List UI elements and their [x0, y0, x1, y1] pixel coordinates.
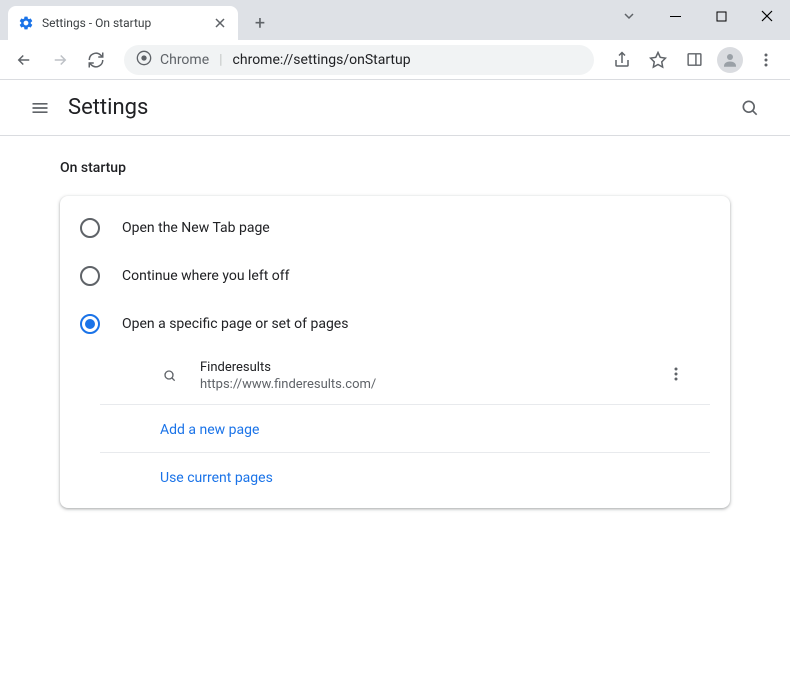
- radio-label: Open a specific page or set of pages: [122, 316, 348, 332]
- back-button[interactable]: [8, 44, 40, 76]
- radio-new-tab[interactable]: Open the New Tab page: [60, 204, 730, 252]
- add-page-row[interactable]: Add a new page: [100, 405, 710, 453]
- url-path: chrome://settings/onStartup: [233, 52, 411, 68]
- maximize-button[interactable]: [698, 0, 744, 32]
- menu-icon[interactable]: [750, 44, 782, 76]
- share-icon[interactable]: [606, 44, 638, 76]
- use-current-row[interactable]: Use current pages: [100, 453, 710, 500]
- section-title: On startup: [60, 160, 730, 176]
- radio-label: Open the New Tab page: [122, 220, 270, 236]
- window-controls: [606, 0, 790, 32]
- startup-page-entry: Finderesults https://www.finderesults.co…: [100, 348, 710, 405]
- browser-toolbar: Chrome | chrome://settings/onStartup: [0, 40, 790, 80]
- page-title: Settings: [68, 95, 148, 120]
- close-window-button[interactable]: [744, 0, 790, 32]
- radio-icon-selected: [80, 314, 100, 334]
- gear-icon: [18, 15, 34, 31]
- url-scheme: Chrome: [160, 52, 209, 68]
- forward-button[interactable]: [44, 44, 76, 76]
- avatar-icon: [717, 47, 743, 73]
- new-tab-button[interactable]: +: [246, 9, 274, 37]
- add-page-link: Add a new page: [160, 422, 259, 438]
- settings-card: Open the New Tab page Continue where you…: [60, 196, 730, 508]
- url-divider: |: [219, 52, 222, 68]
- radio-label: Continue where you left off: [122, 268, 290, 284]
- radio-icon: [80, 266, 100, 286]
- close-tab-icon[interactable]: [212, 15, 228, 31]
- page-favicon-icon: [160, 368, 180, 384]
- profile-button[interactable]: [714, 44, 746, 76]
- hamburger-icon[interactable]: [20, 88, 60, 128]
- tab-title: Settings - On startup: [42, 16, 204, 30]
- titlebar: Settings - On startup +: [0, 0, 790, 40]
- page-url: https://www.finderesults.com/: [200, 377, 662, 392]
- address-bar[interactable]: Chrome | chrome://settings/onStartup: [124, 45, 594, 75]
- page-name: Finderesults: [200, 360, 662, 375]
- url-text: Chrome | chrome://settings/onStartup: [160, 52, 411, 68]
- radio-icon: [80, 218, 100, 238]
- content-area: On startup Open the New Tab page Continu…: [0, 136, 790, 532]
- radio-specific-pages[interactable]: Open a specific page or set of pages: [60, 300, 730, 348]
- radio-continue[interactable]: Continue where you left off: [60, 252, 730, 300]
- search-icon[interactable]: [730, 88, 770, 128]
- more-options-icon[interactable]: [662, 360, 690, 392]
- side-panel-icon[interactable]: [678, 44, 710, 76]
- browser-tab[interactable]: Settings - On startup: [8, 6, 238, 40]
- site-info-icon[interactable]: [136, 50, 152, 70]
- reload-button[interactable]: [80, 44, 112, 76]
- minimize-button[interactable]: [652, 0, 698, 32]
- use-current-link: Use current pages: [160, 470, 273, 486]
- tab-search-icon[interactable]: [606, 0, 652, 32]
- bookmark-icon[interactable]: [642, 44, 674, 76]
- settings-header: Settings: [0, 80, 790, 136]
